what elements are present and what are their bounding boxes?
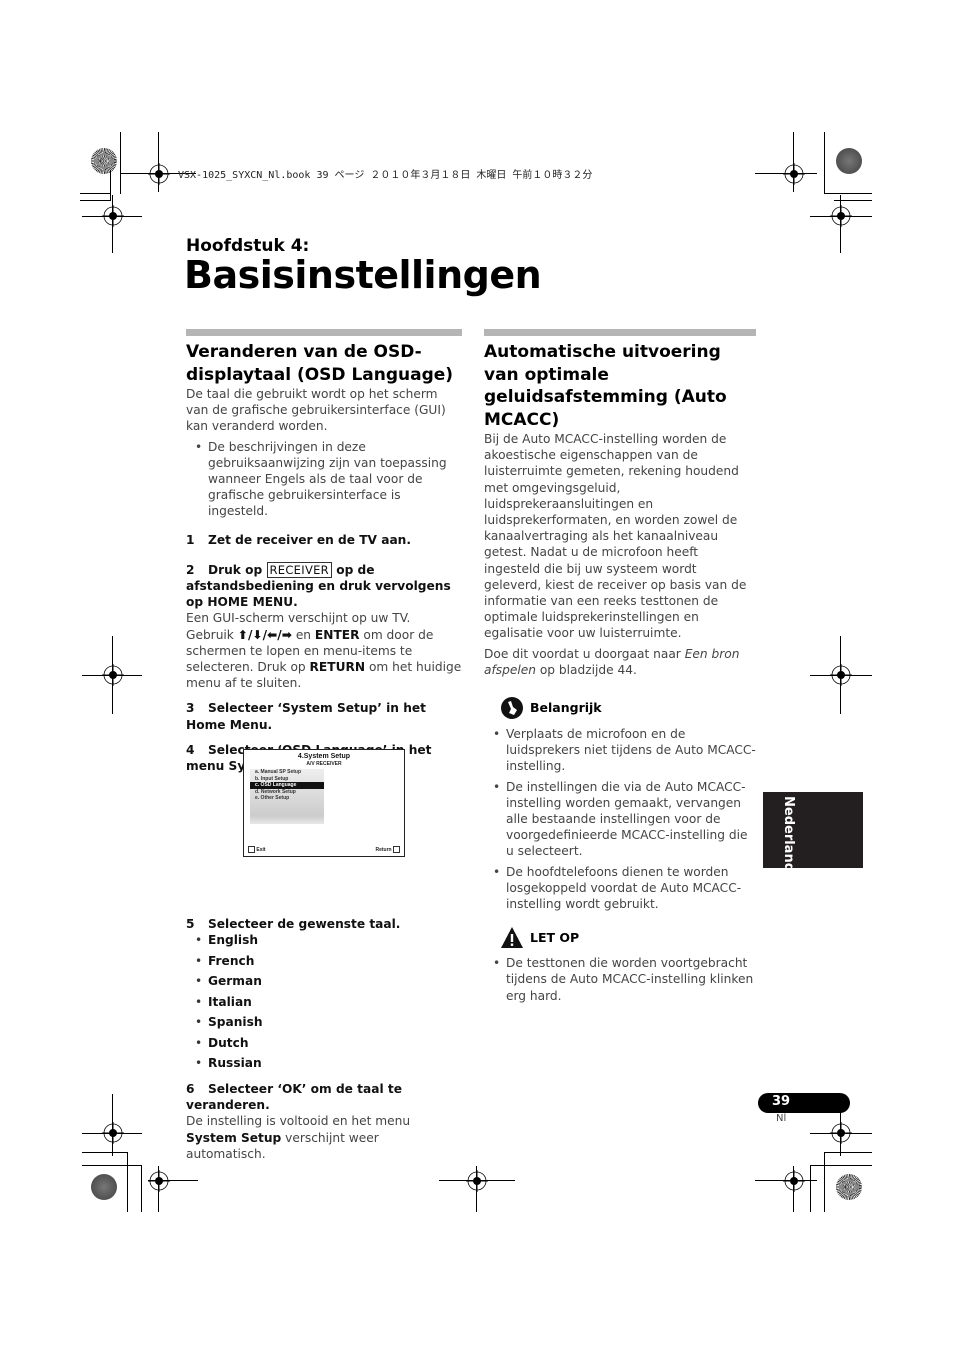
osd-title: 4.System Setup [297,753,351,760]
language-item: Dutch [195,1035,462,1056]
print-header: VSX-1025_SYXCN_Nl.book 39 ページ ２０１０年３月１８日… [178,170,593,181]
registration-mark-icon [783,1170,805,1192]
important-hand-icon [501,697,523,720]
osd-menu-item: e. Other Setup [255,795,290,801]
page-number-badge: 39 [758,1093,850,1113]
language-item: German [195,973,462,994]
osd-return: Return [375,846,400,853]
section-rule [186,329,462,336]
step-2: 2 Druk op RECEIVER op de afstandsbedienin… [186,561,451,610]
important-item: De instellingen die via de Auto MCACC-in… [493,779,756,860]
note-list: De beschrijvingen in deze gebruiksaanwij… [186,439,462,520]
side-tab-label: Nederlands [781,796,796,880]
chapter-title: Basisinstellingen [184,253,542,297]
section-heading: Veranderen van de OSD-displaytaal (OSD L… [186,342,454,385]
registration-mark-icon [466,1170,488,1192]
osd-menu-panel: a. Manual SP Setup b. Input Setup c. OSD… [250,769,324,824]
page-reference: Doe dit voordat u doorgaat naar Een bron… [484,646,740,677]
warning-triangle-icon [501,927,523,949]
important-item: Verplaats de microfoon en de luidspreker… [493,726,756,775]
color-target-icon [91,1174,117,1200]
language-list: English French German Italian Spanish Du… [186,932,462,1076]
language-side-tab: Nederlands [763,792,863,880]
intro-paragraph: Bij de Auto MCACC-instelling worden de a… [484,432,747,641]
crop-line [120,132,121,194]
exit-button-icon [248,846,255,853]
section-heading: Automatische uitvoering van optimale gel… [484,342,727,430]
step-1: 1 Zet de receiver en de TV aan. [186,532,411,547]
language-item: Russian [195,1055,462,1076]
important-item: De hoofdtelefoons dienen te worden losge… [493,864,756,913]
language-item: French [195,953,462,974]
osd-screen-illustration: 4.System Setup A/V RECEIVER a. Manual SP… [243,749,405,857]
auto-mcacc-section: Automatische uitvoering van optimale gel… [484,329,756,1008]
section-rule [484,329,756,336]
osd-exit: Exit [248,846,266,853]
language-item: Spanish [195,1014,462,1035]
arrow-keys-icon: ⬆/⬇/⬅/➡ [237,627,292,642]
color-target-icon [91,148,117,174]
step-6-body: De instelling is voltooid en het menu Sy… [186,1114,411,1161]
osd-language-section: Veranderen van de OSD-displaytaal (OSD L… [186,329,462,1162]
intro-paragraph: De taal die gebruikt wordt op het scherm… [186,387,446,434]
registration-mark-icon [148,163,170,185]
registration-mark-icon [783,163,805,185]
caution-heading: LET OP [500,926,756,950]
color-target-icon [836,148,862,174]
important-list: Verplaats de microfoon en de luidspreker… [484,726,756,912]
osd-subtitle: A/V RECEIVER [306,761,342,767]
receiver-key-label: RECEIVER [266,561,332,578]
language-item: English [195,932,462,953]
registration-mark-icon [148,1170,170,1192]
language-item: Italian [195,994,462,1015]
caution-item: De testtonen die worden voortgebracht ti… [493,955,756,1004]
step-3: 3 Selecteer ‘System Setup’ in het Home Me… [186,701,426,732]
return-button-icon [393,846,400,853]
step-5: 5 Selecteer de gewenste taal. [186,917,401,932]
caution-list: De testtonen die worden voortgebracht ti… [484,955,756,1004]
step-6: 6 Selecteer ‘OK’ om de taal te veranderen… [186,1081,402,1113]
color-target-icon [836,1174,862,1200]
step-2-body: Een GUI-scherm verschijnt op uw TV. Gebr… [186,611,462,691]
important-heading: Belangrijk [500,696,756,720]
note-item: De beschrijvingen in deze gebruiksaanwij… [195,439,462,520]
page-language-code: Nl [776,1113,787,1124]
page-number: 39 [772,1094,791,1109]
